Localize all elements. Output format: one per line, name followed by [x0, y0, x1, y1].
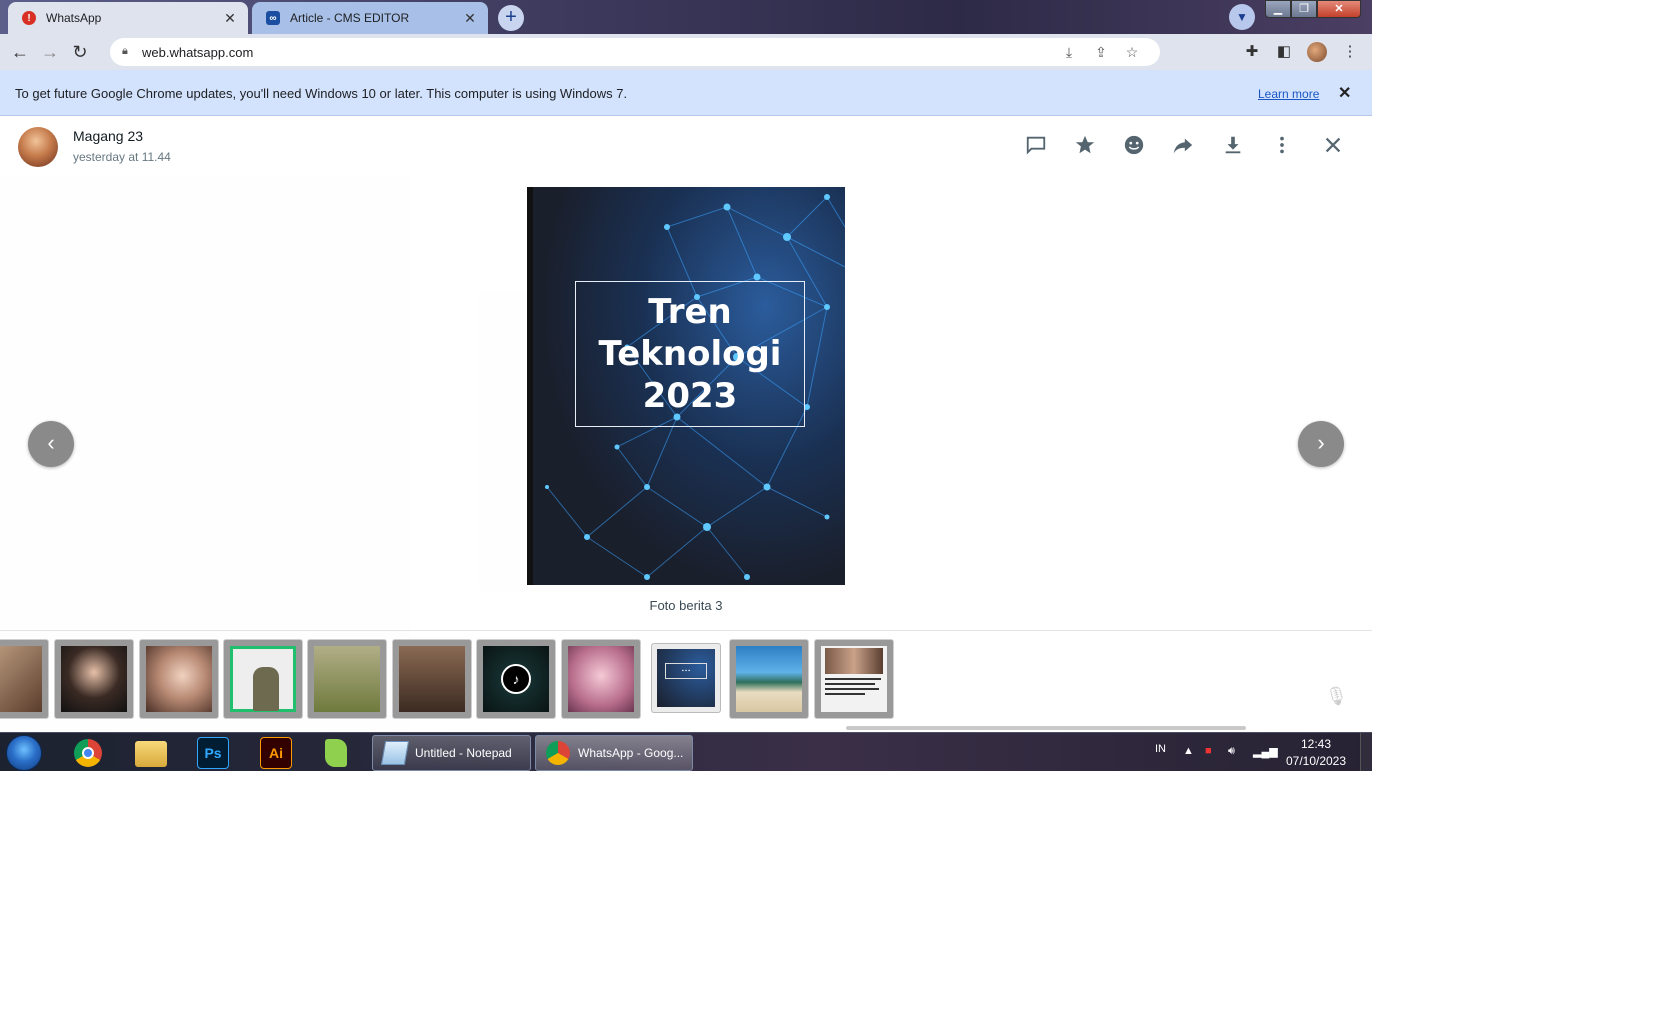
media-thumbnail[interactable] [308, 640, 386, 718]
tab-whatsapp[interactable]: ! WhatsApp ✕ [8, 2, 248, 34]
clock-date[interactable]: 07/10/2023 [1280, 754, 1352, 768]
volume-icon[interactable]: 🔊︎ [1228, 745, 1235, 758]
thumbnail-strip: ♪ ▪ ▪ ▪ [0, 640, 1372, 720]
media-thumbnail[interactable] [393, 640, 471, 718]
new-tab-button[interactable]: + [498, 5, 524, 31]
next-media-button[interactable]: › [1298, 421, 1344, 467]
divider [0, 630, 1372, 631]
cms-icon: ∞ [266, 11, 280, 25]
media-thumbnail[interactable] [55, 640, 133, 718]
clock-time[interactable]: 12:43 [1286, 737, 1346, 751]
chrome-icon[interactable] [72, 737, 104, 769]
media-title-line: Tren [648, 292, 732, 332]
tab-cms-editor[interactable]: ∞ Article - CMS EDITOR ✕ [252, 2, 488, 34]
forward-icon[interactable] [1170, 134, 1196, 160]
tray-overflow-icon[interactable]: ▲ [1183, 745, 1194, 757]
tab-search-icon[interactable]: ▼ [1229, 4, 1255, 30]
menu-icon[interactable] [1269, 134, 1295, 160]
star-icon[interactable] [1072, 134, 1098, 160]
media-thumbnail-selected[interactable]: ▪ ▪ ▪ [652, 644, 720, 712]
windows-taskbar: Ps Ai Untitled - Notepad WhatsApp - Goog… [0, 732, 1372, 771]
language-indicator[interactable]: IN [1155, 743, 1166, 755]
update-infobar: To get future Google Chrome updates, you… [0, 70, 1372, 116]
media-viewer: Magang 23 yesterday at 11.44 Tren Teknol… [0, 116, 1372, 732]
forward-icon[interactable]: → [38, 40, 62, 64]
learn-more-link[interactable]: Learn more [1258, 87, 1319, 101]
media-caption: Foto berita 3 [649, 598, 723, 613]
file-explorer-icon[interactable] [135, 741, 167, 767]
install-app-icon[interactable]: ⤓ [1060, 43, 1078, 61]
url-text: web.whatsapp.com [142, 45, 254, 60]
bookmark-star-icon[interactable]: ☆ [1123, 43, 1141, 61]
extensions-icon[interactable]: ✚ [1242, 42, 1262, 62]
taskbar-window-title: Untitled - Notepad [415, 746, 512, 760]
illustrator-icon[interactable]: Ai [260, 737, 292, 769]
taskbar-window-chrome[interactable]: WhatsApp - Goog... [535, 735, 693, 771]
reply-icon[interactable] [1023, 134, 1049, 160]
screen: ! WhatsApp ✕ ∞ Article - CMS EDITOR ✕ + … [0, 0, 1372, 771]
media-thumbnail[interactable] [562, 640, 640, 718]
share-icon[interactable]: ⇪ [1092, 43, 1110, 61]
infobar-message: To get future Google Chrome updates, you… [15, 86, 628, 101]
close-tab-icon[interactable]: ✕ [220, 10, 240, 27]
security-icon[interactable]: ■ [1205, 745, 1212, 757]
notepad-plus-plus-icon[interactable] [320, 737, 352, 769]
sender-name: Magang 23 [73, 128, 144, 144]
notepad-icon [380, 741, 410, 765]
media-title-line: 2023 [642, 376, 738, 416]
media-thumbnail[interactable] [0, 640, 48, 718]
taskbar-window-notepad[interactable]: Untitled - Notepad [372, 735, 531, 771]
previous-media-button[interactable]: ‹ [28, 421, 74, 467]
chrome-icon [546, 741, 570, 765]
tab-title: Article - CMS EDITOR [290, 11, 410, 25]
download-icon[interactable] [1220, 134, 1246, 160]
lock-icon: 🔒︎ [122, 45, 128, 57]
avatar[interactable] [18, 127, 58, 167]
image-border [527, 187, 533, 585]
browser-tab-strip: ! WhatsApp ✕ ∞ Article - CMS EDITOR ✕ + … [0, 0, 1372, 34]
alert-icon: ! [22, 11, 36, 25]
start-button[interactable] [6, 735, 42, 771]
address-bar[interactable]: 🔒︎ web.whatsapp.com ⤓ ⇪ ☆ [110, 38, 1160, 66]
profile-avatar[interactable] [1307, 42, 1327, 62]
tiktok-icon: ♪ [501, 664, 531, 694]
close-icon[interactable]: ✕ [1338, 83, 1351, 103]
maximize-icon[interactable]: ❐ [1291, 0, 1317, 18]
media-thumbnail[interactable]: ♪ [477, 640, 555, 718]
side-panel-icon[interactable]: ◧ [1274, 42, 1294, 62]
media-thumbnail[interactable] [815, 640, 893, 718]
media-thumbnail[interactable] [224, 640, 302, 718]
browser-toolbar: ← → ↻ 🔒︎ web.whatsapp.com ⤓ ⇪ ☆ ✚ ◧ ⋮ [0, 34, 1372, 70]
emoji-icon[interactable] [1121, 134, 1147, 160]
media-title-box: Tren Teknologi 2023 [575, 281, 805, 427]
minimize-icon[interactable]: ▁ [1265, 0, 1291, 18]
close-tab-icon[interactable]: ✕ [460, 10, 480, 27]
media-thumbnail[interactable] [730, 640, 808, 718]
thumbnail-scrollbar[interactable] [846, 726, 1246, 730]
network-icon[interactable]: ▂▄▆ [1253, 745, 1278, 758]
message-timestamp: yesterday at 11.44 [73, 150, 171, 164]
chrome-menu-icon[interactable]: ⋮ [1340, 42, 1360, 62]
reload-icon[interactable]: ↻ [68, 40, 92, 64]
thumbnail-title-mark: ▪ ▪ ▪ [665, 663, 707, 679]
photoshop-icon[interactable]: Ps [197, 737, 229, 769]
close-icon[interactable] [1320, 134, 1346, 160]
media-thumbnail[interactable] [140, 640, 218, 718]
media-image: Tren Teknologi 2023 [527, 187, 845, 585]
media-title-line: Teknologi [598, 334, 782, 374]
tab-title: WhatsApp [46, 11, 102, 25]
back-icon[interactable]: ← [8, 40, 32, 64]
show-desktop-button[interactable] [1360, 733, 1372, 771]
taskbar-window-title: WhatsApp - Goog... [578, 746, 684, 760]
mic-icon: 🎙︎ [1325, 686, 1348, 706]
window-close-icon[interactable]: ✕ [1317, 0, 1361, 18]
